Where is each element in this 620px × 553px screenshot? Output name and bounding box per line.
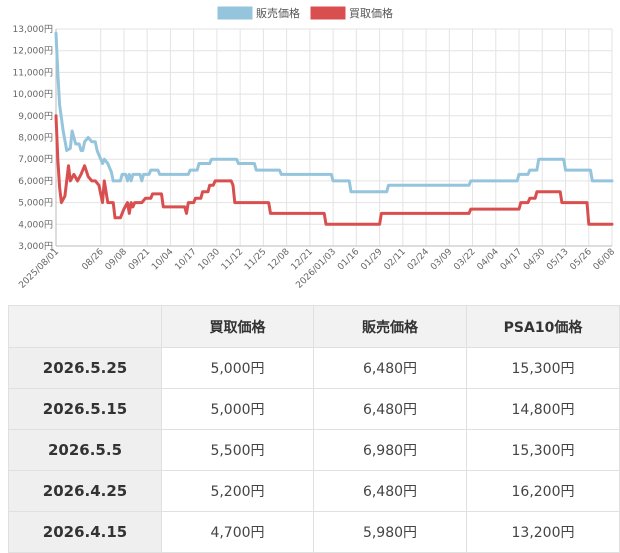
x-tick-label: 11/25 (243, 247, 268, 272)
x-tick-label: 01/29 (359, 247, 385, 273)
x-tick-label: 03/09 (429, 247, 455, 273)
legend-label-sell: 販売価格 (256, 6, 300, 20)
y-tick-label: 13,000円 (13, 24, 54, 35)
row-buy-price: 5,000円 (161, 388, 314, 430)
row-psa10-price: 15,300円 (466, 347, 620, 389)
row-date: 2026.5.25 (8, 347, 162, 389)
row-psa10-price: 14,800円 (466, 388, 620, 430)
row-buy-price: 4,700円 (161, 511, 314, 553)
x-tick-label: 02/11 (383, 247, 408, 272)
row-date: 2026.5.5 (8, 429, 162, 471)
price-table: 買取価格 販売価格 PSA10価格 2026.5.25 5,000円 6,480… (8, 305, 620, 553)
y-tick-label: 10,000円 (13, 89, 54, 100)
table-header-buy: 買取価格 (161, 305, 314, 348)
row-psa10-price: 13,200円 (466, 511, 620, 553)
table-row: 2026.5.25 5,000円 6,480円 15,300円 (8, 347, 620, 389)
row-buy-price: 5,500円 (161, 429, 314, 471)
y-tick-label: 7,000円 (18, 154, 53, 165)
table-row: 2026.5.15 5,000円 6,480円 14,800円 (8, 388, 620, 430)
row-sell-price: 6,980円 (313, 429, 467, 471)
x-tick-label: 10/30 (197, 247, 223, 273)
x-tick-label: 04/17 (499, 247, 524, 272)
row-date: 2026.4.25 (8, 470, 162, 512)
legend-swatch-sell (217, 6, 253, 20)
x-tick-label: 11/12 (220, 247, 245, 272)
row-sell-price: 5,980円 (313, 511, 467, 553)
x-tick-label: 10/04 (150, 247, 176, 273)
row-sell-price: 6,480円 (313, 347, 467, 389)
x-tick-label: 04/30 (522, 247, 548, 273)
y-tick-label: 11,000円 (13, 67, 54, 78)
table-row: 2026.4.25 5,200円 6,480円 16,200円 (8, 470, 620, 512)
row-buy-price: 5,200円 (161, 470, 314, 512)
table-header-corner (8, 305, 162, 348)
row-psa10-price: 15,300円 (466, 429, 620, 471)
table-header-sell: 販売価格 (313, 305, 467, 348)
row-sell-price: 6,480円 (313, 470, 467, 512)
series-line-sell (54, 31, 614, 194)
y-tick-label: 3,000円 (18, 241, 53, 252)
row-psa10-price: 16,200円 (466, 470, 620, 512)
x-tick-label: 08/26 (80, 247, 106, 273)
row-date: 2026.4.15 (8, 511, 162, 553)
x-tick-label: 04/04 (476, 247, 502, 273)
x-tick-label: 02/24 (406, 247, 432, 273)
y-tick-label: 4,000円 (18, 219, 53, 230)
x-tick-label: 05/13 (545, 247, 570, 272)
legend-swatch-buy (310, 6, 346, 20)
x-tick-label: 05/26 (568, 247, 594, 273)
x-tick-label: 09/21 (127, 247, 152, 272)
x-tick-label: 2025/08/01 (17, 247, 61, 291)
x-tick-label: 12/08 (266, 247, 292, 273)
x-tick-label: 01/16 (336, 247, 362, 273)
table-row: 2026.5.5 5,500円 6,980円 15,300円 (8, 429, 620, 471)
y-tick-label: 5,000円 (18, 198, 53, 209)
row-date: 2026.5.15 (8, 388, 162, 430)
price-chart-svg: 3,000円 4,000円 5,000円 6,000円 7,000円 8,000円 9,00… (13, 6, 618, 291)
table-row: 2026.4.15 4,700円 5,980円 13,200円 (8, 511, 620, 553)
table-header-psa10: PSA10価格 (466, 305, 620, 348)
x-tick-label: 09/08 (104, 247, 130, 273)
y-tick-label: 8,000円 (18, 133, 53, 144)
table-header-row: 買取価格 販売価格 PSA10価格 (8, 305, 620, 348)
x-tick-label: 06/08 (592, 247, 618, 273)
x-tick-label: 10/17 (173, 247, 198, 272)
y-tick-label: 12,000円 (13, 46, 54, 57)
row-sell-price: 6,480円 (313, 388, 467, 430)
legend-label-buy: 買取価格 (349, 6, 393, 20)
price-chart: 3,000円 4,000円 5,000円 6,000円 7,000円 8,000円 9,00… (0, 0, 620, 298)
y-tick-label: 9,000円 (18, 111, 53, 122)
row-buy-price: 5,000円 (161, 347, 314, 389)
y-tick-label: 6,000円 (18, 176, 53, 187)
x-tick-label: 03/22 (452, 247, 477, 272)
